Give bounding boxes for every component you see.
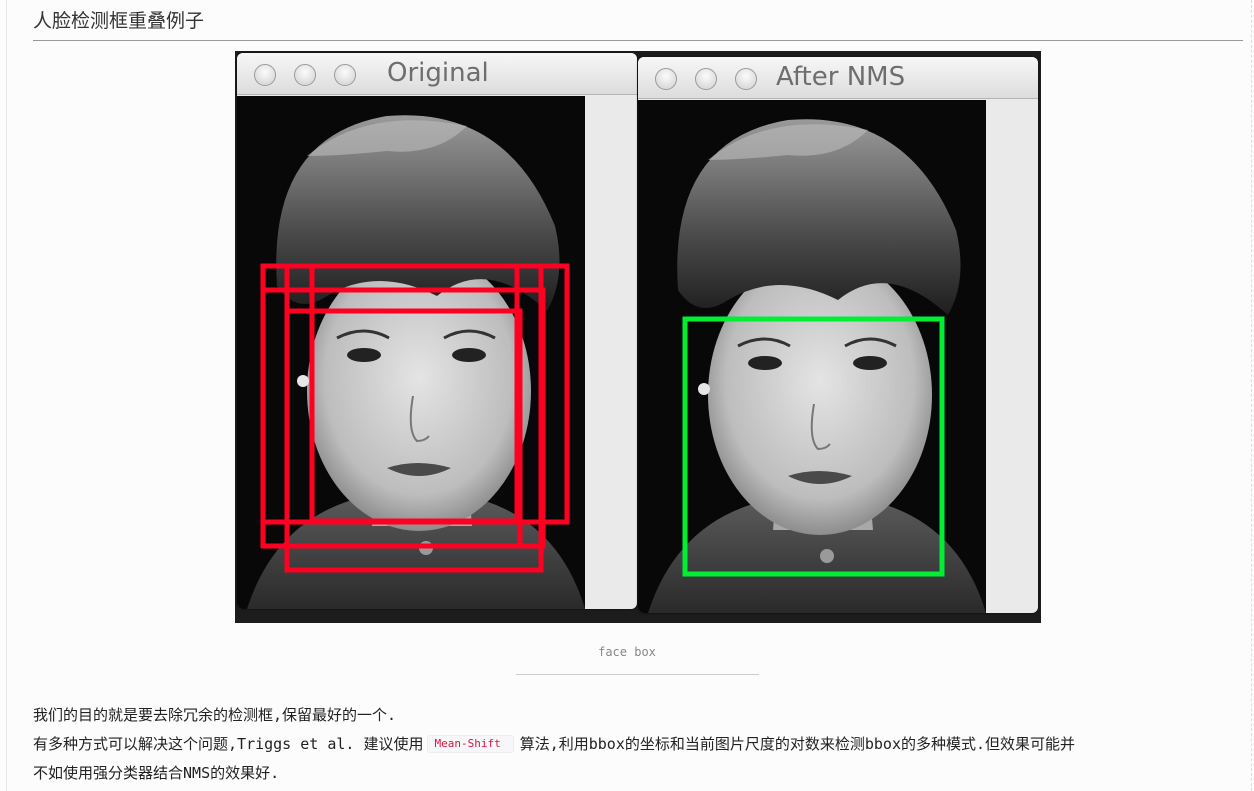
paragraph-line-2-start: 有多种方式可以解决这个问题,Triggs et al. 建议使用	[33, 735, 424, 753]
content-left-border	[6, 0, 7, 791]
red-detection-box	[284, 308, 523, 549]
green-detection-box	[682, 316, 945, 577]
original-window: Original	[237, 53, 637, 609]
detection-boxes-overlay	[260, 263, 570, 573]
maximize-icon[interactable]	[334, 64, 356, 86]
after-nms-titlebar: After NMS	[638, 57, 1038, 99]
paragraph-line-2: 有多种方式可以解决这个问题,Triggs et al. 建议使用 Mean-Shi…	[33, 733, 1075, 754]
original-titlebar: Original	[237, 53, 637, 95]
red-boxes-group	[260, 263, 570, 573]
paragraph-line-2-end: 算法,利用bbox的坐标和当前图片尺度的对数来检测bbox的多种模式.但效果可能…	[519, 735, 1076, 753]
original-face-photo	[237, 96, 585, 609]
close-icon[interactable]	[254, 64, 276, 86]
red-detection-box	[309, 263, 520, 524]
paragraph-line-3: 不如使用强分类器结合NMS的效果好.	[33, 764, 280, 782]
minimize-icon[interactable]	[695, 68, 717, 90]
content-right-border	[1251, 0, 1252, 791]
figure-caption: face box	[598, 645, 656, 659]
detection-boxes-overlay	[682, 316, 945, 577]
maximize-icon[interactable]	[735, 68, 757, 90]
close-icon[interactable]	[655, 68, 677, 90]
caption-divider	[516, 674, 759, 675]
after-nms-window-title: After NMS	[776, 62, 906, 92]
heading-divider	[33, 40, 1243, 41]
original-window-title: Original	[387, 58, 489, 88]
mean-shift-code: Mean-Shift	[427, 735, 514, 753]
after-nms-face-photo	[638, 100, 986, 613]
paragraph-line-1: 我们的目的就是要去除冗余的检测框,保留最好的一个.	[33, 706, 397, 724]
section-heading: 人脸检测框重叠例子	[33, 10, 205, 32]
minimize-icon[interactable]	[294, 64, 316, 86]
face-box-figure: Original After NMS	[235, 51, 1041, 623]
after-nms-window: After NMS	[638, 57, 1038, 613]
red-detection-box	[260, 287, 546, 549]
